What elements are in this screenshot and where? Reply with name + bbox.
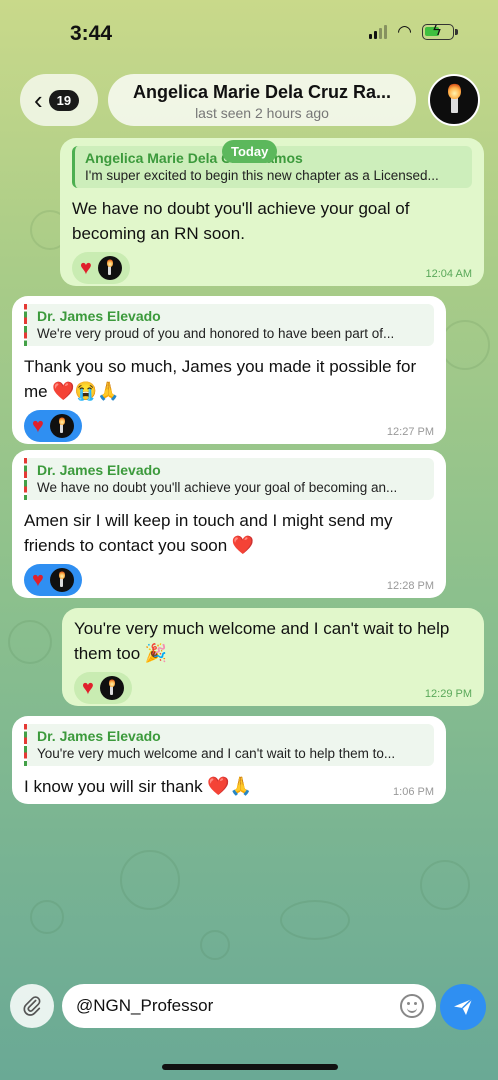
wifi-icon: ◠ — [397, 22, 412, 41]
reply-quote[interactable]: Dr. James Elevado You're very much welco… — [24, 724, 434, 766]
heart-reaction-icon: ♥ — [80, 257, 92, 279]
message-time: 12:04 AM — [425, 268, 472, 280]
message-text: Thank you so much, James you made it pos… — [24, 354, 434, 404]
send-icon — [454, 998, 473, 1015]
message-text: Amen sir I will keep in touch and I migh… — [24, 508, 434, 558]
message-time: 12:28 PM — [386, 580, 434, 592]
message-bubble-incoming[interactable]: Dr. James Elevado We have no doubt you'l… — [12, 450, 446, 598]
message-bubble-incoming[interactable]: Dr. James Elevado You're very much welco… — [12, 716, 446, 804]
reply-sender-name: Dr. James Elevado — [37, 728, 161, 744]
profile-avatar[interactable] — [428, 74, 480, 126]
reactions-bar[interactable]: ♥ — [72, 252, 130, 284]
reactor-avatar — [97, 256, 122, 280]
message-emojis: ❤️ — [231, 535, 255, 555]
back-button[interactable]: ‹ 19 — [20, 74, 98, 126]
heart-reaction-icon: ♥ — [32, 569, 44, 591]
reactions-bar[interactable]: ♥ — [24, 564, 82, 596]
home-indicator[interactable] — [162, 1064, 338, 1070]
message-text: I know you will sir thank ❤️🙏 — [24, 774, 434, 799]
attach-button[interactable] — [10, 984, 54, 1028]
message-body: I know you will sir thank — [24, 777, 203, 796]
reply-snippet: You're very much welcome and I can't wai… — [37, 746, 396, 761]
message-emojis: 🎉 — [144, 643, 168, 663]
candle-icon — [447, 83, 461, 113]
emoji-icon[interactable] — [400, 994, 424, 1018]
message-text: You're very much welcome and I can't wai… — [74, 616, 472, 666]
reply-sender-name: Dr. James Elevado — [37, 462, 161, 478]
message-time: 12:29 PM — [424, 688, 472, 700]
last-seen-status: last seen 2 hours ago — [195, 105, 329, 121]
status-bar: 3:44 ◠ ϟ — [0, 0, 498, 62]
reply-quote[interactable]: Dr. James Elevado We have no doubt you'l… — [24, 458, 434, 500]
reactions-bar[interactable]: ♥ — [24, 410, 82, 442]
message-emojis: ❤️😭🙏 — [52, 381, 120, 401]
reactor-avatar — [49, 414, 74, 438]
message-body: You're very much welcome and I can't wai… — [74, 619, 450, 663]
message-text: We have no doubt you'll achieve your goa… — [72, 199, 410, 243]
message-input-value: @NGN_Professor — [76, 996, 214, 1015]
composer-bar: @NGN_Professor — [0, 980, 498, 1036]
message-bubble-incoming[interactable]: Dr. James Elevado We're very proud of yo… — [12, 296, 446, 444]
message-input[interactable]: @NGN_Professor — [62, 984, 436, 1028]
date-separator: Today — [222, 140, 278, 163]
signal-icon — [369, 25, 388, 39]
message-emojis: ❤️🙏 — [207, 776, 253, 796]
chat-title: Angelica Marie Dela Cruz Ra... — [132, 82, 392, 102]
reactor-avatar — [99, 676, 124, 700]
chat-title-pill[interactable]: Angelica Marie Dela Cruz Ra... last seen… — [108, 74, 416, 126]
message-body: Amen sir I will keep in touch and I migh… — [24, 511, 393, 555]
heart-reaction-icon: ♥ — [82, 677, 94, 699]
heart-reaction-icon: ♥ — [32, 415, 44, 437]
message-time: 12:27 PM — [386, 426, 434, 438]
paperclip-icon — [23, 996, 41, 1016]
chevron-left-icon: ‹ — [34, 85, 43, 115]
status-time: 3:44 — [70, 22, 113, 45]
reply-quote[interactable]: Dr. James Elevado We're very proud of yo… — [24, 304, 434, 346]
unread-badge: 19 — [48, 89, 80, 111]
reactor-avatar — [49, 568, 74, 592]
message-time: 1:06 PM — [393, 786, 434, 798]
message-bubble-outgoing[interactable]: You're very much welcome and I can't wai… — [62, 608, 484, 706]
chat-header: ‹ 19 Angelica Marie Dela Cruz Ra... last… — [0, 70, 498, 132]
reply-snippet: I'm super excited to begin this new chap… — [85, 168, 439, 183]
reactions-bar[interactable]: ♥ — [74, 672, 132, 704]
battery-icon: ϟ — [422, 22, 458, 40]
reply-sender-name: Dr. James Elevado — [37, 308, 161, 324]
reply-snippet: We have no doubt you'll achieve your goa… — [37, 480, 398, 495]
send-button[interactable] — [440, 984, 486, 1030]
reply-snippet: We're very proud of you and honored to h… — [37, 326, 395, 341]
